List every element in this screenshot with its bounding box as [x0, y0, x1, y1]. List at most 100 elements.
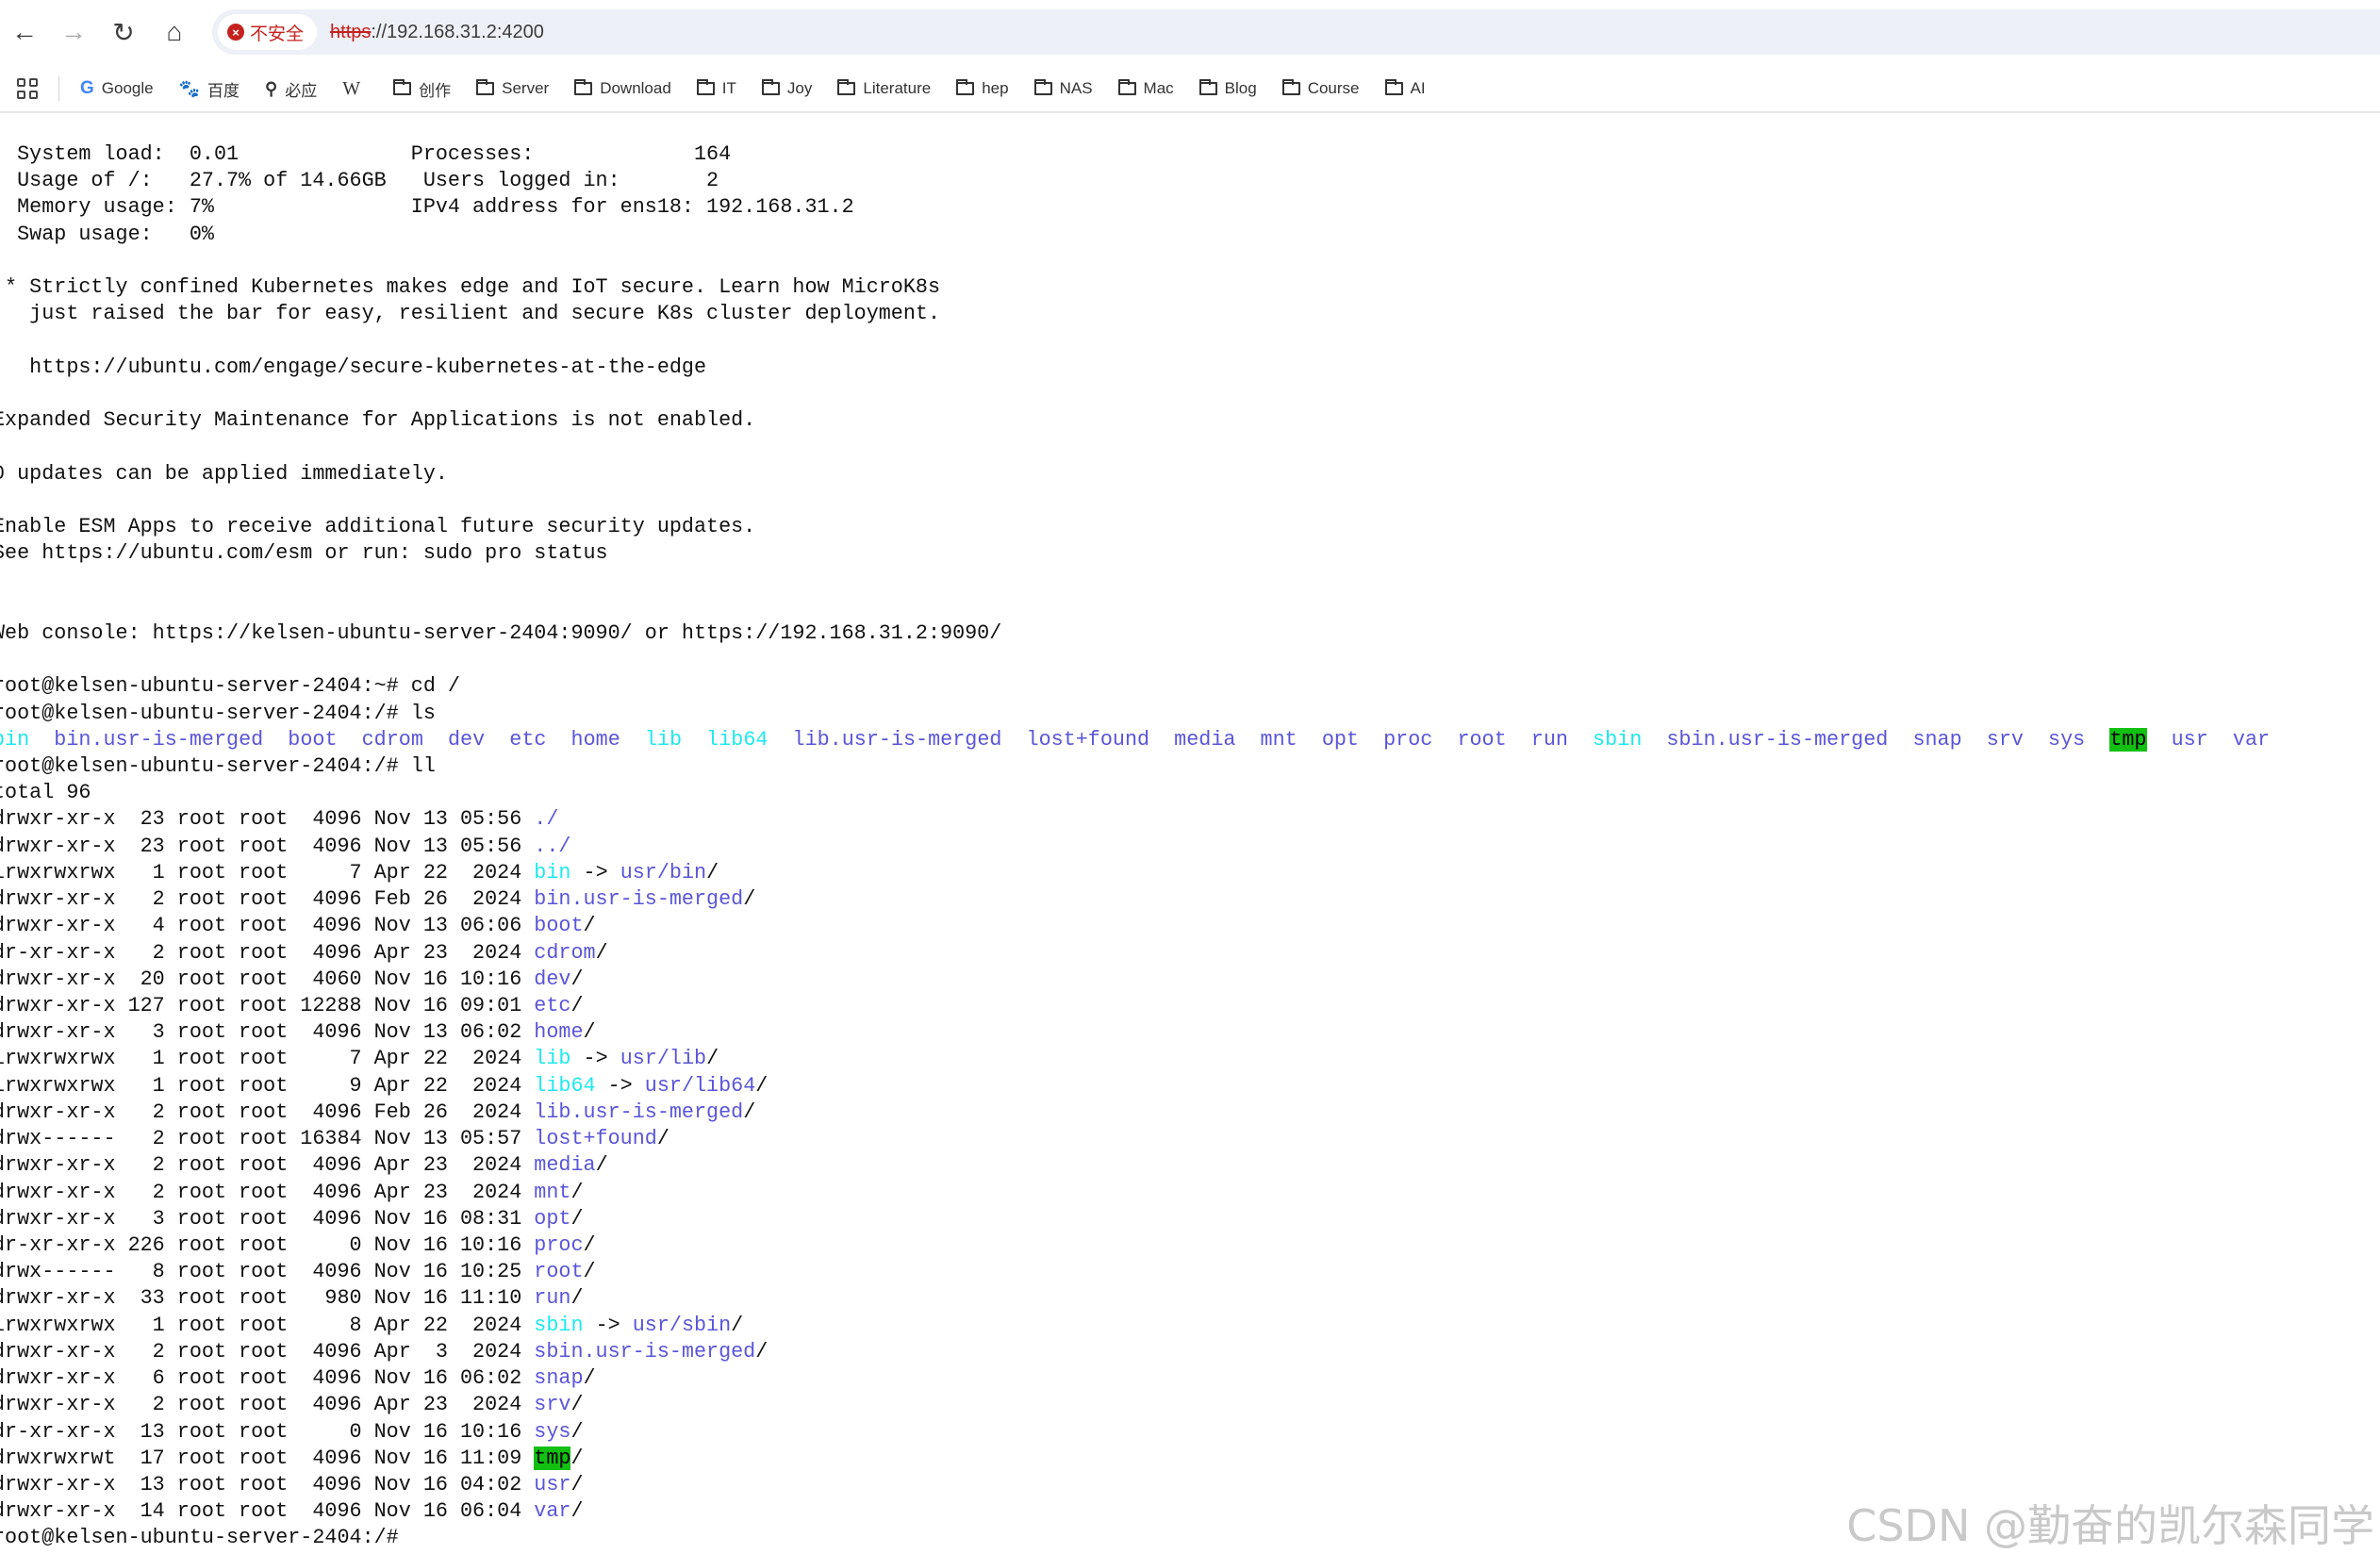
bookmark-Course[interactable]: Course	[1281, 79, 1360, 98]
bookmark-Server[interactable]: Server	[476, 79, 549, 98]
bookmark-NAS[interactable]: NAS	[1033, 79, 1093, 98]
terminal-line: lrwxrwxrwx 1 root root 7 Apr 22 2024 bin…	[0, 860, 2270, 886]
sticky-directory-name: tmp	[534, 1446, 571, 1470]
terminal-text: drwxr-xr-x 2 root root 4096 Feb 26 2024	[0, 887, 535, 912]
folder-icon	[696, 79, 715, 95]
terminal-text: /	[595, 940, 608, 965]
terminal-text: /	[570, 1499, 584, 1524]
bookmark-hep[interactable]: hep	[956, 79, 1009, 98]
bookmark-AI[interactable]: AI	[1384, 79, 1426, 98]
folder-icon	[393, 79, 412, 95]
bookmark-Download[interactable]: Download	[574, 79, 671, 98]
terminal-text: /	[656, 1127, 669, 1151]
folder-icon	[574, 79, 593, 95]
terminal-text: * Strictly confined Kubernetes makes edg…	[0, 275, 941, 300]
terminal-text: https://ubuntu.com/engage/secure-kuberne…	[0, 355, 707, 379]
terminal-text: drwxrwxrwt 17 root root 4096 Nov 16 11:0…	[0, 1446, 535, 1470]
symlink-name: lib	[644, 727, 683, 752]
bookmark-Mac[interactable]: Mac	[1117, 79, 1174, 98]
terminal-line: https://ubuntu.com/engage/secure-kuberne…	[0, 355, 2270, 381]
directory-name: usr	[2171, 727, 2208, 752]
directory-name: etc	[534, 994, 571, 1017]
symlink-name: bin	[0, 727, 30, 752]
terminal-text: drwxr-xr-x 2 root root 4096 Feb 26 2024	[0, 1099, 535, 1124]
directory-name: lib.usr-is-merged	[792, 727, 1002, 752]
terminal-line: Web console: https://kelsen-ubuntu-serve…	[0, 620, 2270, 647]
terminal-text: 0 updates can be applied immediately.	[0, 461, 448, 486]
terminal-text: /	[595, 1153, 608, 1178]
terminal-line: 0 updates can be applied immediately.	[0, 461, 2270, 488]
bookmark-百度[interactable]: 🐾 百度	[179, 77, 240, 101]
symlink-name: sbin	[1593, 727, 1643, 752]
bookmark-IT[interactable]: IT	[696, 79, 736, 98]
security-indicator[interactable]: × 不安全	[218, 14, 318, 50]
url-text[interactable]: https://192.168.31.2:4200	[330, 22, 544, 43]
terminal-text: /	[743, 887, 756, 912]
terminal-text: drwxr-xr-x 2 root root 4096 Apr 23 2024	[0, 1180, 535, 1204]
directory-name: ./	[534, 807, 559, 832]
directory-name: usr	[534, 1472, 571, 1496]
home-icon: ⌂	[166, 17, 183, 46]
terminal-line: System load: 0.01 Processes: 164	[0, 141, 2270, 168]
folder-icon	[476, 79, 495, 95]
address-bar[interactable]: × 不安全 https://192.168.31.2:4200	[212, 9, 2380, 55]
terminal-text: drwxr-xr-x 2 root root 4096 Apr 23 2024	[0, 1153, 535, 1178]
terminal-text: /	[570, 994, 584, 1017]
terminal-text: /	[583, 914, 596, 938]
directory-name: media	[1174, 727, 1236, 752]
terminal-output[interactable]: System load: 0.01 Processes: 164 Usage o…	[0, 141, 2270, 1552]
directory-name: ../	[534, 834, 571, 858]
terminal-line: lrwxrwxrwx 1 root root 7 Apr 22 2024 lib…	[0, 1046, 2270, 1072]
bookmark-Blog[interactable]: Blog	[1198, 79, 1257, 98]
bookmark-Google[interactable]: G Google	[80, 78, 154, 99]
terminal-text: /	[570, 1180, 584, 1204]
terminal-text: drwxr-xr-x 2 root root 4096 Apr 23 2024	[0, 1393, 535, 1417]
directory-name: opt	[1321, 727, 1359, 752]
bookmark-必应[interactable]: ⚲ 必应	[265, 77, 317, 101]
bookmark-Literature[interactable]: Literature	[837, 79, 931, 98]
reload-button[interactable]: ↻	[105, 13, 142, 51]
home-button[interactable]: ⌂	[156, 13, 193, 51]
terminal-line: drwxr-xr-x 2 root root 4096 Feb 26 2024 …	[0, 1099, 2270, 1126]
terminal-line: lrwxrwxrwx 1 root root 9 Apr 22 2024 lib…	[0, 1073, 2270, 1099]
terminal-text: drwxr-xr-x 3 root root 4096 Nov 16 08:31	[0, 1206, 535, 1231]
bookmark-wikipedia-w[interactable]: W	[342, 78, 368, 100]
directory-name: lost+found	[534, 1127, 657, 1151]
terminal-line: drwxr-xr-x 2 root root 4096 Apr 23 2024 …	[0, 1152, 2270, 1179]
terminal-line: Swap usage: 0%	[0, 222, 2270, 248]
back-button[interactable]: ←	[6, 13, 43, 51]
terminal-text: root@kelsen-ubuntu-server-2404:/#	[0, 1526, 411, 1550]
bookmark-创作[interactable]: 创作	[393, 77, 451, 101]
terminal-text: Memory usage: 7% IPv4 address for ens18:…	[0, 195, 854, 220]
terminal-text: drwx------ 8 root root 4096 Nov 16 10:25	[0, 1260, 535, 1284]
directory-name: proc	[1383, 727, 1433, 752]
terminal-text: dr-xr-xr-x 226 root root 0 Nov 16 10:16	[0, 1232, 535, 1257]
symlink-name: sbin	[534, 1313, 584, 1337]
apps-grid-icon[interactable]	[17, 78, 38, 99]
terminal-text: /	[570, 1206, 584, 1231]
terminal-text: /	[583, 1260, 596, 1284]
forward-button[interactable]: →	[55, 13, 92, 51]
bookmark-label: Course	[1307, 79, 1360, 97]
folder-icon	[1281, 79, 1300, 95]
terminal-text: Enable ESM Apps to receive additional fu…	[0, 515, 756, 539]
arrow-left-icon: ←	[11, 17, 38, 46]
terminal-line: Usage of /: 27.7% of 14.66GB Users logge…	[0, 168, 2270, 194]
terminal-text: total 96	[0, 781, 91, 805]
bookmark-Joy[interactable]: Joy	[761, 79, 812, 98]
folder-icon	[1198, 79, 1217, 95]
symlink-name: lib64	[534, 1073, 596, 1098]
security-label: 不安全	[250, 24, 305, 44]
directory-name: root	[1457, 727, 1507, 752]
